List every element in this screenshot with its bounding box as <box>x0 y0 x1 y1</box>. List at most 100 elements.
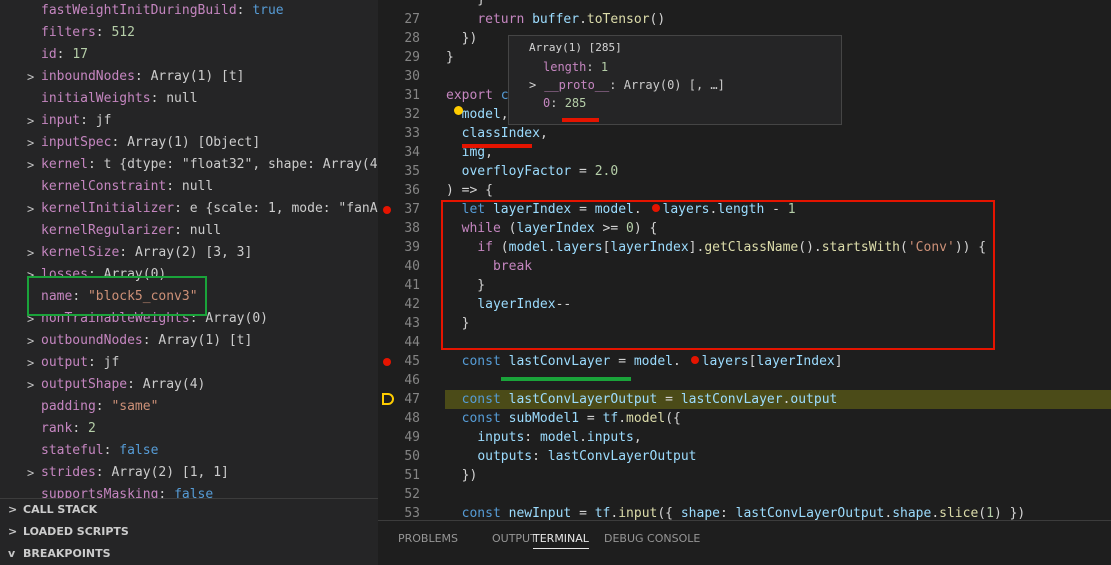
variable-row[interactable]: padding: "same" <box>0 396 378 418</box>
code-line[interactable]: const newInput = tf. input({ shape: lastC… <box>446 504 1026 520</box>
chevron-right-icon[interactable]: > <box>27 154 37 176</box>
breakpoint-icon[interactable] <box>383 206 391 214</box>
chevron-right-icon[interactable]: > <box>27 132 37 154</box>
code-line[interactable]: const subModel1 = tf.model({ <box>446 409 681 428</box>
code-token: model <box>626 411 666 426</box>
code-line[interactable]: }) <box>446 29 478 48</box>
variable-row[interactable]: > strides: Array(2) [1, 1] <box>0 462 378 484</box>
code-line[interactable]: export c <box>446 86 509 105</box>
variable-key: filters <box>41 25 96 40</box>
variable-key: input <box>41 113 81 128</box>
code-token: newInput <box>508 506 572 520</box>
line-number: 43 <box>404 316 420 331</box>
variable-text: strides: Array(2) [1, 1] <box>41 462 229 484</box>
variable-row[interactable]: initialWeights: null <box>0 88 378 110</box>
variable-row[interactable]: > kernelInitializer: e {scale: 1, mode: "… <box>0 198 378 220</box>
code-line[interactable]: const lastConvLayer = model. layers[laye… <box>446 352 843 371</box>
code-token: : <box>532 449 548 464</box>
variable-key: outputShape <box>41 377 128 392</box>
variable-key: kernelRegularizer <box>41 223 175 238</box>
section-header[interactable]: > CALL STACK <box>0 499 378 521</box>
variable-row[interactable]: > outboundNodes: Array(1) [t] <box>0 330 378 352</box>
code-line[interactable]: overfloyFactor = 2.0 <box>446 162 619 181</box>
variable-separator: : <box>103 443 120 458</box>
code-editor[interactable]: } 27 return buffer.toTensor()28 })29}303… <box>378 0 1111 520</box>
code-line[interactable]: classIndex, <box>446 124 548 143</box>
section-header[interactable]: > LOADED SCRIPTS <box>0 521 378 543</box>
debug-current-line-icon <box>382 393 394 405</box>
variable-row[interactable]: > kernelSize: Array(2) [3, 3] <box>0 242 378 264</box>
chevron-right-icon[interactable]: > <box>27 66 37 88</box>
hover-row[interactable]: 0: 285 <box>529 94 586 112</box>
variable-row[interactable]: > kernel: t {dtype: "float32", shape: Arr… <box>0 154 378 176</box>
chevron-right-icon: > <box>8 503 18 516</box>
line-number: 52 <box>404 487 420 502</box>
variable-row[interactable]: kernelConstraint: null <box>0 176 378 198</box>
code-token: = <box>571 506 595 520</box>
chevron-right-icon[interactable]: > <box>27 198 37 220</box>
code-token: }) <box>446 468 478 483</box>
variable-row[interactable]: > inputSpec: Array(1) [Object] <box>0 132 378 154</box>
code-line[interactable]: outputs: lastConvLayerOutput <box>446 447 696 466</box>
tab-terminal[interactable]: TERMINAL <box>533 529 589 549</box>
inline-breakpoint-icon[interactable] <box>690 356 699 364</box>
code-token: input <box>618 506 658 520</box>
code-token: const <box>461 506 501 520</box>
chevron-right-icon[interactable]: > <box>27 374 37 396</box>
tab-problems[interactable]: PROBLEMS <box>398 529 458 549</box>
line-number: 51 <box>404 468 420 483</box>
variable-row[interactable]: > input: jf <box>0 110 378 132</box>
variable-key: padding <box>41 399 96 414</box>
code-line[interactable]: inputs: model.inputs, <box>446 428 641 447</box>
chevron-right-icon[interactable]: > <box>27 242 37 264</box>
tab-debug-console[interactable]: DEBUG CONSOLE <box>604 529 700 549</box>
code-line-partial: } <box>446 0 485 9</box>
variable-value: 512 <box>111 25 135 40</box>
code-token: layerIndex <box>756 354 835 369</box>
code-token: () <box>649 12 666 27</box>
variable-separator: : <box>127 377 143 392</box>
code-line[interactable]: }) <box>446 466 478 485</box>
variable-row[interactable]: > output: jf <box>0 352 378 374</box>
code-line[interactable]: } <box>446 48 454 67</box>
code-token: 2.0 <box>594 164 619 179</box>
variable-value: null <box>181 179 214 194</box>
code-line[interactable]: return buffer.toTensor() <box>446 10 665 29</box>
chevron-right-icon[interactable]: > <box>27 110 37 132</box>
variable-row[interactable]: kernelRegularizer: null <box>0 220 378 242</box>
line-number: 48 <box>404 411 420 426</box>
chevron-right-icon[interactable]: > <box>27 330 37 352</box>
variable-text: kernel: t {dtype: "float32", shape: Arra… <box>41 154 378 176</box>
code-line[interactable]: ) => { <box>446 181 493 200</box>
line-number: 32 <box>404 107 420 122</box>
section-header[interactable]: v BREAKPOINTS <box>0 543 378 565</box>
variable-value: true <box>252 3 284 18</box>
hover-row[interactable]: > __proto__: Array(0) [, …] <box>529 76 725 94</box>
lightbulb-icon[interactable] <box>454 106 463 115</box>
variable-row[interactable]: > outputShape: Array(4) <box>0 374 378 396</box>
chevron-down-icon: v <box>8 547 16 560</box>
variable-row[interactable]: > inboundNodes: Array(1) [t] <box>0 66 378 88</box>
hover-row[interactable]: length: 1 <box>529 58 608 76</box>
variable-row[interactable]: stateful: false <box>0 440 378 462</box>
tab-output[interactable]: OUTPUT <box>492 529 537 549</box>
variable-value: false <box>119 443 159 458</box>
variable-row[interactable]: supportsMasking: false <box>0 484 378 498</box>
variable-row[interactable]: rank: 2 <box>0 418 378 440</box>
line-number: 39 <box>404 240 420 255</box>
chevron-right-icon[interactable]: > <box>27 352 37 374</box>
debug-sections: > CALL STACK > LOADED SCRIPTS v BREAKPOINTS <box>0 498 378 565</box>
code-line[interactable]: const lastConvLayerOutput = lastConvLaye… <box>446 390 838 409</box>
variable-row[interactable]: id: 17 <box>0 44 378 66</box>
code-token: . <box>931 506 940 520</box>
chevron-right-icon[interactable]: > <box>27 462 37 484</box>
variable-row[interactable]: fastWeightInitDuringBuild: true <box>0 0 378 22</box>
variable-text: kernelSize: Array(2) [3, 3] <box>41 242 252 264</box>
variable-row[interactable]: filters: 512 <box>0 22 378 44</box>
line-number: 35 <box>404 164 420 179</box>
breakpoint-icon[interactable] <box>383 358 391 366</box>
chevron-right-icon[interactable]: > <box>529 78 536 92</box>
